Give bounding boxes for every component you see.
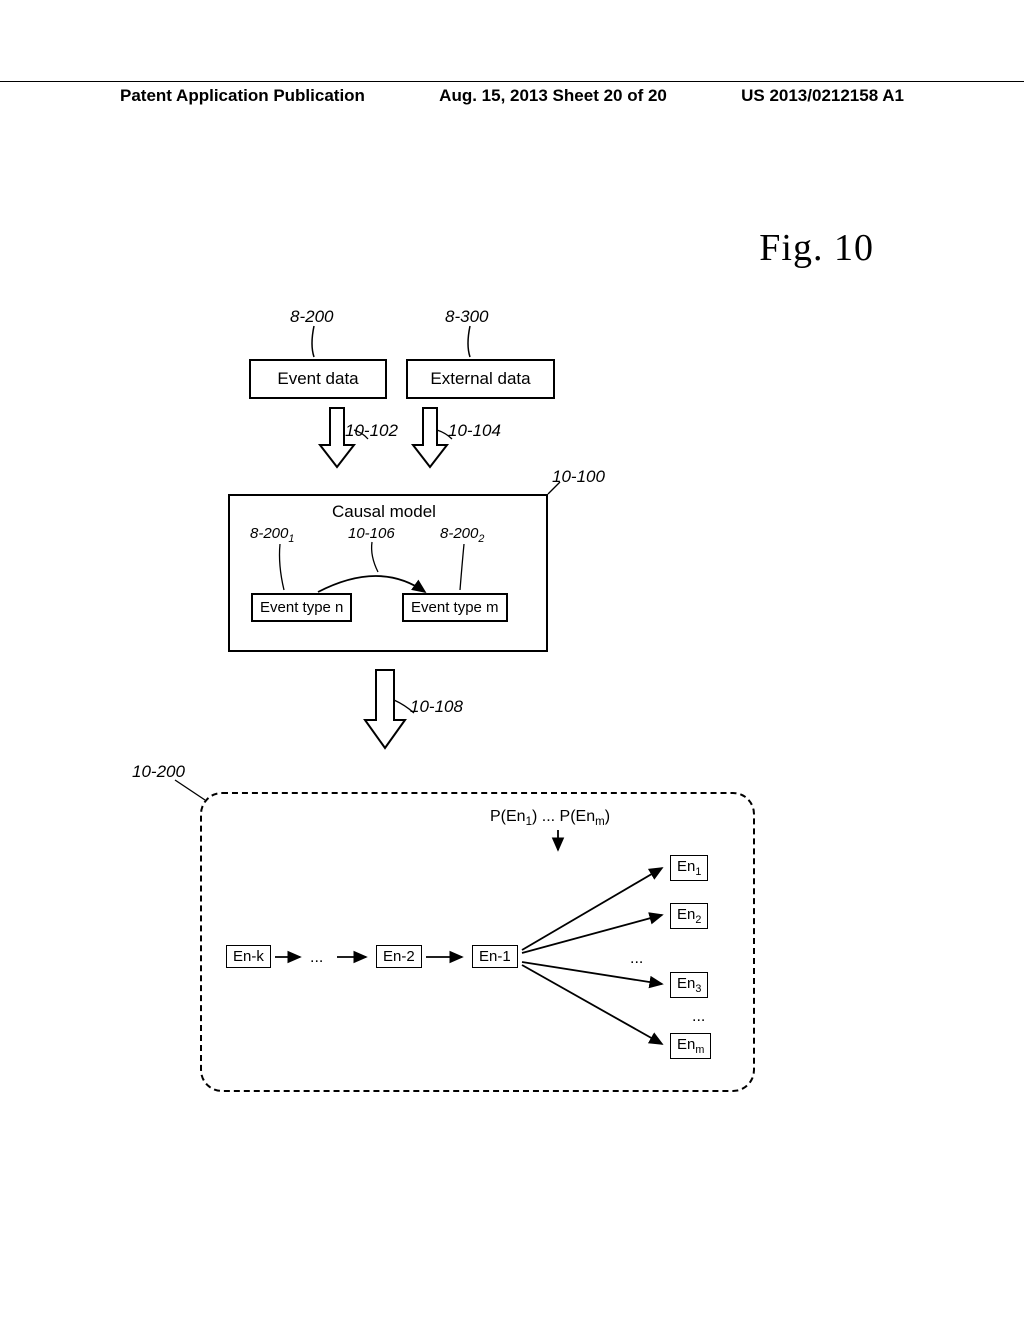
connectors-svg — [0, 0, 1024, 1320]
